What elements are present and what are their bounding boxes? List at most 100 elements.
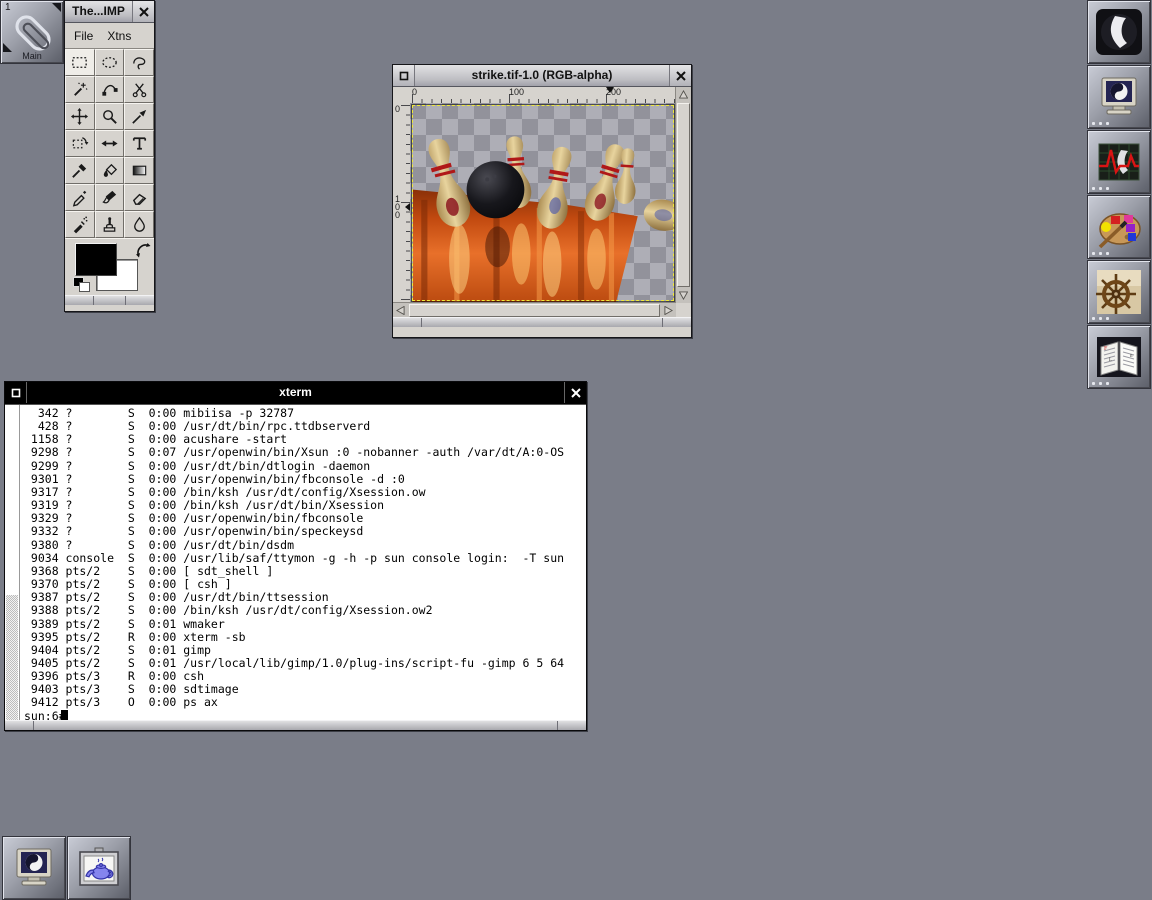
- scroll-left-arrow[interactable]: [393, 303, 408, 318]
- tool-move[interactable]: [65, 103, 95, 130]
- crop-scalpel-icon: [130, 107, 149, 126]
- bowling-strike-image: [413, 106, 676, 303]
- ruler-corner-button[interactable]: [393, 87, 411, 104]
- xterm-miniaturize-button[interactable]: [5, 382, 27, 403]
- eyedropper-icon: [70, 161, 89, 180]
- ruler-position-marker: [606, 87, 614, 93]
- tool-flip[interactable]: [95, 130, 125, 157]
- tool-bezier-select[interactable]: [95, 76, 125, 103]
- terminal-body[interactable]: 342 ? S 0:00 mibiisa -p 32787 428 ? S 0:…: [5, 404, 586, 721]
- bucket-fill-icon: [100, 161, 119, 180]
- tool-pencil[interactable]: [65, 184, 95, 211]
- bezier-pen-icon: [100, 80, 119, 99]
- xterm-titlebar[interactable]: xterm: [5, 382, 586, 404]
- appicon-terminal[interactable]: [2, 836, 66, 900]
- dock-item-wmaker-logo[interactable]: [1087, 0, 1151, 64]
- pulse-monitor-icon: [1095, 138, 1143, 186]
- toolbox-menubar: File Xtns: [65, 23, 154, 49]
- tool-ellipse-select[interactable]: [95, 49, 125, 76]
- vertical-scrollbar[interactable]: [675, 87, 691, 303]
- dock-item-system-monitor[interactable]: [1087, 130, 1151, 194]
- menu-file[interactable]: File: [74, 29, 93, 43]
- xterm-close-button[interactable]: [564, 382, 586, 403]
- foreground-color-swatch[interactable]: [75, 243, 117, 276]
- terminal-scrollbar[interactable]: [5, 405, 20, 721]
- menu-xtns[interactable]: Xtns: [107, 29, 131, 43]
- tool-paintbrush[interactable]: [95, 184, 125, 211]
- xterm-resize-bar[interactable]: [5, 720, 586, 730]
- workspace-label: Main: [1, 51, 63, 61]
- dock-item-terminal[interactable]: [1087, 65, 1151, 129]
- clone-stamp-icon: [100, 215, 119, 234]
- tool-eraser[interactable]: [124, 184, 154, 211]
- clip-arrow-next[interactable]: [52, 3, 61, 12]
- miniaturize-button[interactable]: [393, 65, 415, 86]
- tool-crop[interactable]: [124, 103, 154, 130]
- close-icon: [676, 71, 686, 81]
- tool-scissors[interactable]: [124, 76, 154, 103]
- terminal-monitor-icon: [10, 844, 58, 892]
- eraser-icon: [130, 188, 149, 207]
- dock-item-helm[interactable]: [1087, 260, 1151, 324]
- terminal-scroll-thumb[interactable]: [6, 595, 18, 721]
- teapot-picture-icon: [75, 844, 123, 892]
- launch-indicator-dots: [1092, 187, 1109, 190]
- tool-rectangle-select[interactable]: [65, 49, 95, 76]
- color-selection-area: [65, 238, 154, 295]
- tool-fuzzy-select[interactable]: [65, 76, 95, 103]
- dock-item-gimp-palette[interactable]: [1087, 195, 1151, 259]
- scroll-down-arrow[interactable]: [676, 288, 691, 303]
- tool-transform[interactable]: [65, 130, 95, 157]
- workspace-clip[interactable]: 1 Main: [0, 0, 64, 64]
- horizontal-ruler: 0 100 200: [410, 87, 676, 104]
- xterm-window: xterm 342 ? S 0:00 mibiisa -p 32787 428 …: [4, 381, 587, 731]
- toolbox-titlebar[interactable]: The...IMP: [65, 1, 154, 23]
- dock-item-manual[interactable]: F L n: [1087, 325, 1151, 389]
- tool-blend[interactable]: [124, 157, 154, 184]
- appicon-image-viewer[interactable]: [67, 836, 131, 900]
- gimp-image-window: strike.tif-1.0 (RGB-alpha) 0 100 200 0 1…: [392, 64, 692, 338]
- hruler-label-100: 100: [509, 87, 524, 97]
- launch-indicator-dots: [1092, 122, 1109, 125]
- vruler-label-100: 100: [395, 195, 402, 219]
- scroll-right-arrow[interactable]: [661, 303, 676, 318]
- transform-icon: [70, 134, 89, 153]
- tool-bucket-fill[interactable]: [95, 157, 125, 184]
- vertical-scroll-thumb[interactable]: [677, 103, 690, 287]
- image-window-titlebar[interactable]: strike.tif-1.0 (RGB-alpha): [393, 65, 691, 87]
- xterm-title: xterm: [27, 382, 564, 403]
- pencil-icon: [70, 188, 89, 207]
- horizontal-scroll-thumb[interactable]: [409, 304, 660, 317]
- scroll-up-arrow[interactable]: [676, 87, 691, 102]
- tool-clone[interactable]: [95, 211, 125, 238]
- image-window-resize-bar[interactable]: [393, 317, 691, 327]
- miniaturize-icon: [11, 388, 21, 398]
- image-window-title: strike.tif-1.0 (RGB-alpha): [415, 65, 669, 86]
- ellipse-select-icon: [100, 53, 119, 72]
- tool-magnify[interactable]: [95, 103, 125, 130]
- airbrush-icon: [70, 215, 89, 234]
- magic-wand-icon: [70, 80, 89, 99]
- image-canvas[interactable]: [410, 103, 676, 303]
- default-colors-icon[interactable]: [73, 277, 90, 292]
- desktop: { "desktop": {"background": "#7a7d88"}, …: [0, 0, 1152, 900]
- miniaturize-icon: [399, 71, 409, 81]
- lasso-icon: [130, 53, 149, 72]
- tool-text[interactable]: [124, 130, 154, 157]
- tool-convolve[interactable]: [124, 211, 154, 238]
- scissors-icon: [130, 80, 149, 99]
- ship-helm-icon: [1095, 268, 1143, 316]
- swap-colors-icon[interactable]: [135, 242, 151, 258]
- water-drop-icon: [130, 215, 149, 234]
- rectangle-select-icon: [70, 53, 89, 72]
- close-icon: [571, 388, 581, 398]
- tool-airbrush[interactable]: [65, 211, 95, 238]
- tool-free-select[interactable]: [124, 49, 154, 76]
- toolbox-close-button[interactable]: [132, 1, 154, 22]
- image-window-close-button[interactable]: [669, 65, 691, 86]
- toolbox-resize-bar[interactable]: [65, 295, 154, 305]
- tool-color-picker[interactable]: [65, 157, 95, 184]
- launch-indicator-dots: [1092, 252, 1109, 255]
- tool-grid: [65, 49, 154, 238]
- horizontal-scrollbar[interactable]: [393, 302, 676, 318]
